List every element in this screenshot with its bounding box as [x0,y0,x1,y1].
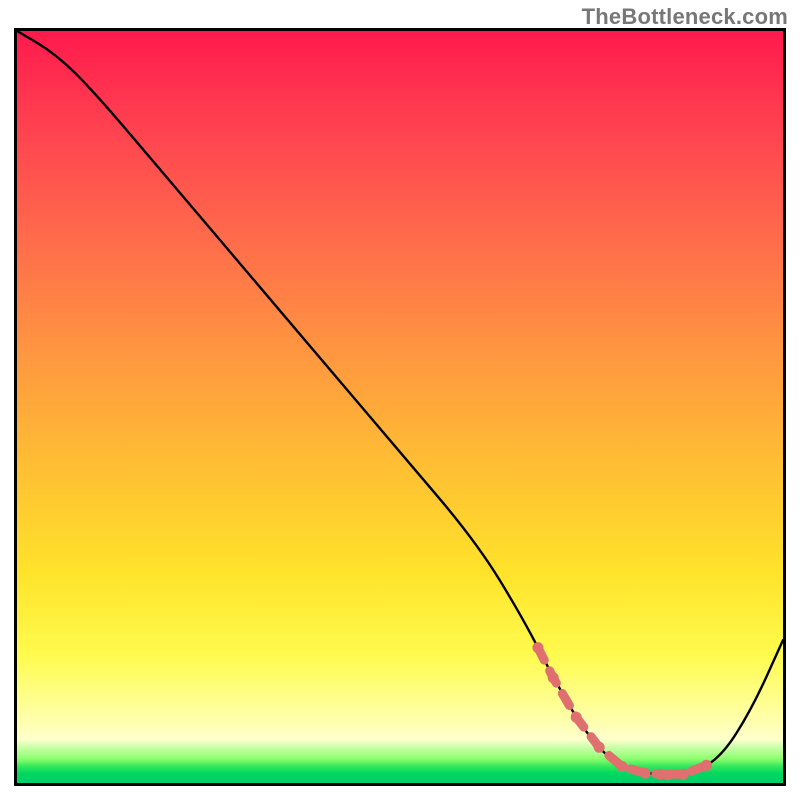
highlight-dot [548,672,559,683]
highlight-dot [594,742,605,753]
highlight-dot [571,712,582,723]
highlight-dot [701,760,712,771]
plot-area [14,28,786,786]
highlight-dots [532,642,712,780]
highlight-dot [655,769,666,780]
highlight-dot [532,642,543,653]
highlight-dot [678,769,689,780]
highlight-segment [538,648,707,775]
attribution-text: TheBottleneck.com [582,4,788,30]
highlight-dot [640,768,651,779]
bottleneck-curve [17,31,783,774]
highlight-dot [617,761,628,772]
chart-frame: TheBottleneck.com [0,0,800,800]
curve-layer [17,31,783,783]
